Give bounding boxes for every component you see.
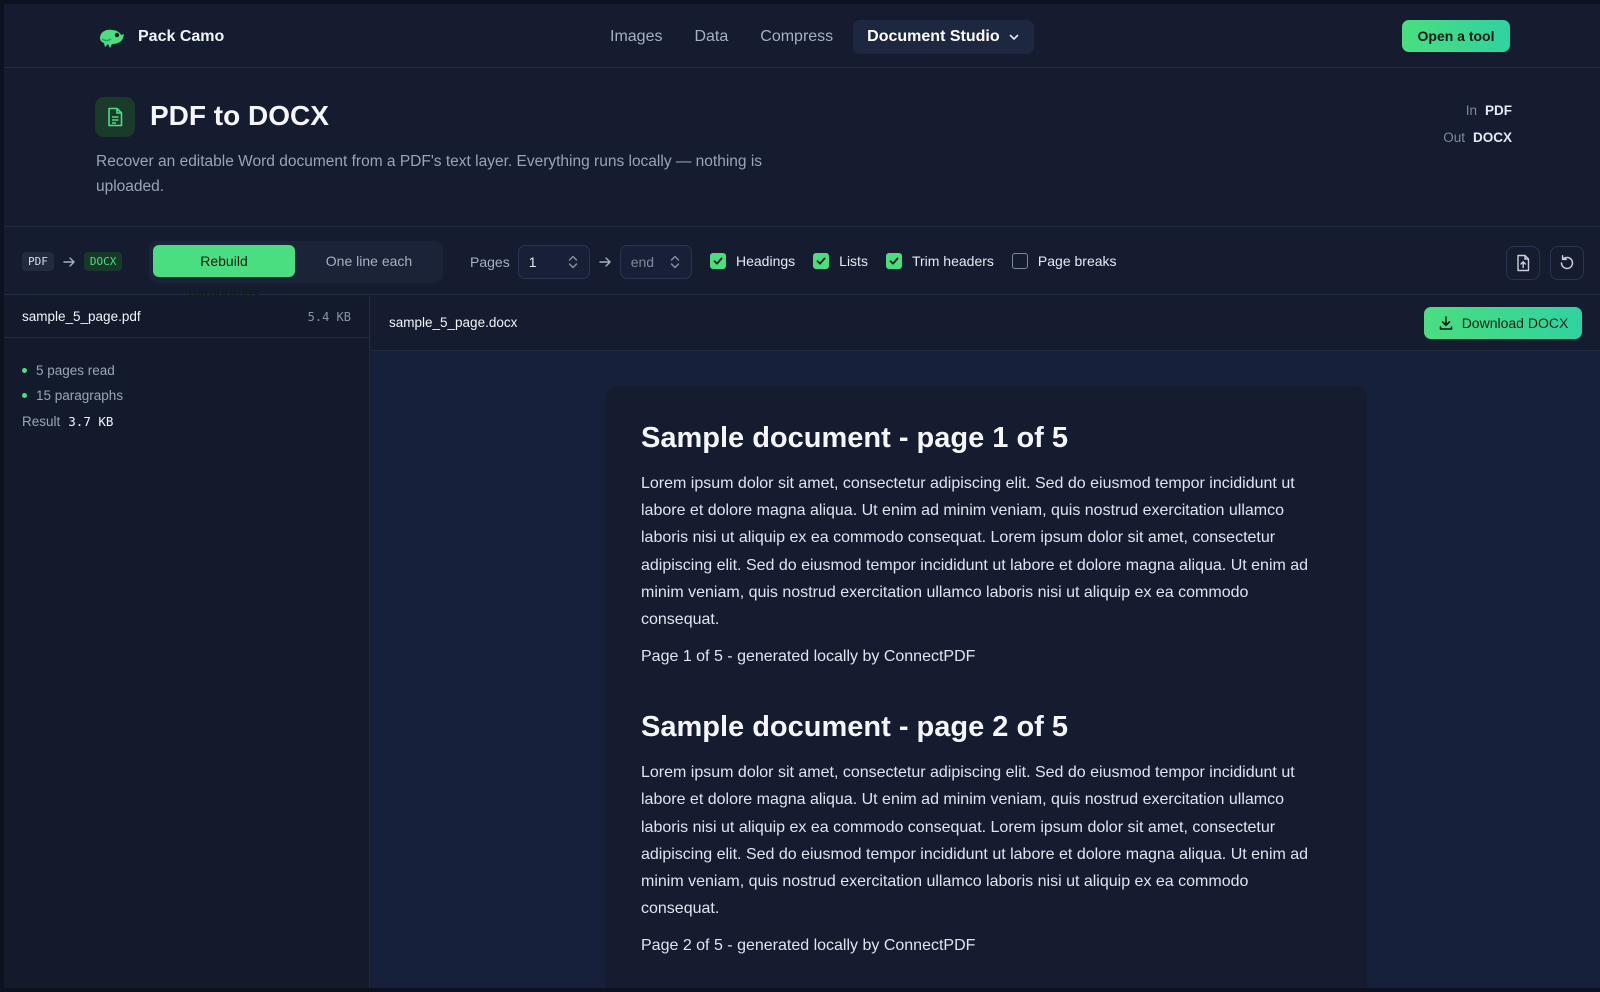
arrow-right-icon	[63, 256, 75, 267]
nav-link-images[interactable]: Images	[594, 20, 678, 54]
mode-segmented-control: Rebuild paragraphs One line each	[149, 241, 443, 301]
option-label: Lists	[839, 253, 868, 269]
top-nav: Pack Camo Images Data Compress Document …	[4, 4, 1600, 68]
format-indicator: PDF DOCX	[22, 252, 123, 271]
option-headings[interactable]: Headings	[710, 253, 795, 269]
chameleon-icon	[100, 29, 124, 48]
pages-label: Pages	[470, 254, 510, 270]
output-preview-panel: sample_5_page.docx Download DOCX Sample …	[371, 296, 1600, 988]
document-preview: Sample document - page 1 of 5 Lorem ipsu…	[605, 386, 1367, 988]
section-footer: Page 1 of 5 - generated locally by Conne…	[641, 648, 976, 666]
page-end-input[interactable]: end	[619, 245, 692, 279]
input-file-name: sample_5_page.pdf	[22, 309, 141, 324]
page-range: Pages 1 end	[470, 245, 692, 279]
result-size: Result 3.7 KB	[22, 414, 123, 429]
download-icon	[1439, 316, 1452, 330]
document-icon	[95, 97, 135, 137]
section-footer: Page 2 of 5 - generated locally by Conne…	[641, 937, 976, 955]
conversion-stats: 5 pages read 15 paragraphs Result 3.7 KB	[22, 358, 123, 429]
output-format-label: Out	[1443, 130, 1465, 145]
page-description: Recover an editable Word document from a…	[96, 153, 763, 195]
option-label: Headings	[736, 253, 796, 269]
arrow-right-icon	[599, 257, 611, 267]
document-section: Sample document - page 1 of 5 Lorem ipsu…	[641, 418, 1331, 669]
input-file-row[interactable]: sample_5_page.pdf 5.4 KB	[4, 296, 369, 338]
result-label: Result	[22, 414, 61, 429]
option-label: Trim headers	[911, 253, 994, 269]
checkbox-checked-icon[interactable]	[813, 253, 830, 269]
nav-dropdown-document-studio[interactable]: Document Studio	[853, 20, 1034, 54]
option-page-breaks[interactable]: Page breaks	[1011, 253, 1117, 269]
stat-label: 5 pages read	[36, 363, 115, 378]
input-file-panel: sample_5_page.pdf 5.4 KB 5 pages read 15…	[4, 296, 370, 988]
status-dot-icon	[22, 393, 27, 398]
open-tool-button[interactable]: Open a tool	[1402, 20, 1510, 52]
download-label: Download DOCX	[1461, 315, 1569, 331]
reset-icon	[1560, 255, 1574, 270]
section-paragraph: Lorem ipsum dolor sit amet, consectetur …	[641, 764, 1309, 918]
stat-label: 15 paragraphs	[36, 388, 124, 403]
mode-rebuild-paragraphs[interactable]: Rebuild paragraphs	[153, 245, 295, 301]
app-window: Pack Camo Images Data Compress Document …	[4, 4, 1600, 988]
reset-button[interactable]	[1550, 246, 1584, 280]
chevron-down-icon	[1009, 34, 1018, 41]
to-format-chip: DOCX	[83, 252, 123, 271]
page-start-input[interactable]: 1	[517, 245, 590, 279]
option-label: Page breaks	[1037, 253, 1117, 269]
section-heading: Sample document - page 2 of 5	[641, 711, 1069, 744]
status-dot-icon	[22, 368, 27, 373]
nav-dropdown-label: Document Studio	[867, 28, 1000, 45]
input-file-size: 5.4 KB	[307, 310, 351, 324]
options-toolbar: PDF DOCX Rebuild paragraphs One line eac…	[4, 228, 1600, 301]
checkbox-checked-icon[interactable]	[885, 253, 902, 269]
page-title: PDF to DOCX	[150, 100, 329, 131]
io-formats: In PDF Out DOCX	[1443, 97, 1512, 151]
section-heading: Sample document - page 1 of 5	[641, 422, 1069, 454]
stepper-icon[interactable]	[567, 254, 579, 270]
output-format-value: DOCX	[1472, 130, 1512, 145]
page-start-value: 1	[528, 254, 537, 270]
export-file-button[interactable]	[1506, 246, 1540, 280]
page-end-value: end	[630, 254, 655, 270]
result-size-value: 3.7 KB	[68, 414, 114, 429]
document-section: Sample document - page 2 of 5 Lorem ipsu…	[641, 707, 1331, 958]
brand-name: Pack Camo	[138, 28, 225, 45]
nav-links: Images Data Compress Document Studio	[594, 20, 1034, 54]
from-format-chip: PDF	[22, 252, 54, 271]
option-trim-headers[interactable]: Trim headers	[885, 253, 994, 269]
input-format-value: PDF	[1485, 103, 1512, 118]
page-header: PDF to DOCX Recover an editable Word doc…	[4, 69, 1600, 227]
mode-one-line-each[interactable]: One line each	[299, 245, 439, 277]
checkbox-unchecked-icon[interactable]	[1011, 253, 1028, 269]
brand[interactable]: Pack Camo	[96, 24, 224, 50]
output-header: sample_5_page.docx Download DOCX	[371, 296, 1600, 351]
stepper-icon[interactable]	[669, 254, 681, 270]
input-format-label: In	[1465, 103, 1477, 118]
stat-paragraphs: 15 paragraphs	[22, 383, 123, 408]
file-export-icon	[1517, 254, 1530, 272]
download-docx-button[interactable]: Download DOCX	[1424, 307, 1582, 339]
nav-link-data[interactable]: Data	[678, 20, 744, 54]
option-checkboxes: Headings Lists Trim headers Page breaks	[710, 253, 1117, 269]
section-paragraph: Lorem ipsum dolor sit amet, consectetur …	[641, 475, 1309, 629]
output-file-name: sample_5_page.docx	[389, 315, 518, 330]
stat-pages-read: 5 pages read	[22, 358, 123, 383]
option-lists[interactable]: Lists	[813, 253, 868, 269]
nav-link-compress[interactable]: Compress	[744, 20, 849, 54]
checkbox-checked-icon[interactable]	[710, 253, 726, 269]
